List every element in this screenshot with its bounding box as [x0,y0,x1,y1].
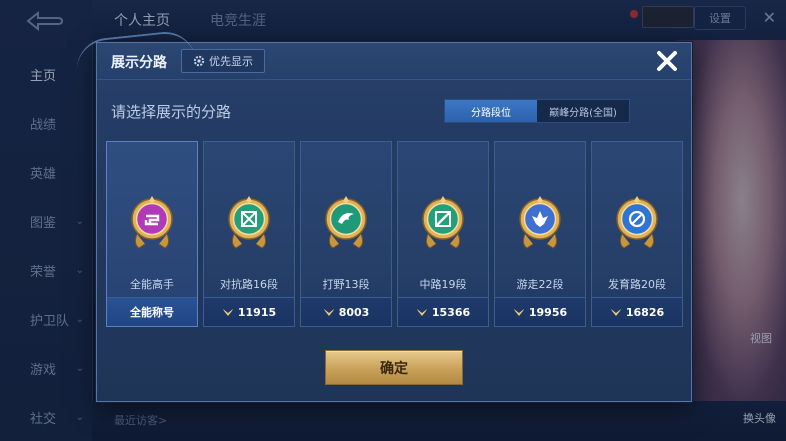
lane-points: 19956 [495,297,585,326]
lane-card[interactable]: 全能高手 全能称号 [106,141,198,327]
lane-points: 16826 [592,297,682,326]
lane-points: 15366 [398,297,488,326]
selection-prompt: 请选择展示的分路 [111,103,232,121]
points-icon [416,309,427,316]
lane-rank-label: 打野13段 [322,278,370,291]
lane-card[interactable]: 发育路20段 16826 [591,141,683,327]
points-value: 8003 [338,305,370,319]
lane-rank-label: 游走22段 [516,278,564,291]
ranking-mode-toggle: 分路段位 巅峰分路(全国) [444,99,630,123]
priority-display-button[interactable]: 优先显示 [181,49,265,73]
lane-card[interactable]: 中路19段 15366 [397,141,489,327]
points-icon [323,309,334,316]
mid-lane-emblem-icon [420,194,466,254]
lane-card[interactable]: 对抗路16段 11915 [203,141,295,327]
roam-emblem-icon [517,194,563,254]
farm-lane-emblem-icon [614,194,660,254]
all-round-emblem-icon [129,194,175,254]
points-value: 19956 [528,305,568,319]
clash-lane-emblem-icon [226,194,272,254]
confirm-button[interactable]: 确定 [325,350,463,385]
close-button[interactable] [653,47,681,75]
points-icon [513,309,524,316]
lane-rank-label: 中路19段 [419,278,467,291]
lane-points: 8003 [301,297,391,326]
points-value: 15366 [431,305,471,319]
lane-card[interactable]: 游走22段 19956 [494,141,586,327]
points-icon [610,309,621,316]
lane-rank-label: 对抗路16段 [220,278,278,291]
dialog-header: 展示分路 优先显示 [73,28,691,80]
toggle-lane-rank[interactable]: 分路段位 [445,100,537,122]
close-icon [657,51,677,71]
title-text: 全能称号 [130,306,174,319]
toggle-peak-lane[interactable]: 巅峰分路(全国) [537,100,629,122]
points-value: 16826 [625,305,665,319]
lane-points: 11915 [204,297,294,326]
lane-display-dialog: 展示分路 优先显示 请选择展示的分路 分路段位 巅峰分路(全国) 全能高手全能称… [73,28,692,402]
points-icon [222,309,233,316]
priority-display-label: 优先显示 [209,55,253,68]
points-value: 11915 [237,305,277,319]
lane-rank-label: 全能高手 [130,278,174,291]
dialog-title: 展示分路 [111,55,167,71]
title-badge: 全能称号 [107,297,197,326]
jungle-emblem-icon [323,194,369,254]
lane-card[interactable]: 打野13段 8003 [300,141,392,327]
gear-icon [193,55,205,67]
lane-rank-label: 发育路20段 [608,278,666,291]
